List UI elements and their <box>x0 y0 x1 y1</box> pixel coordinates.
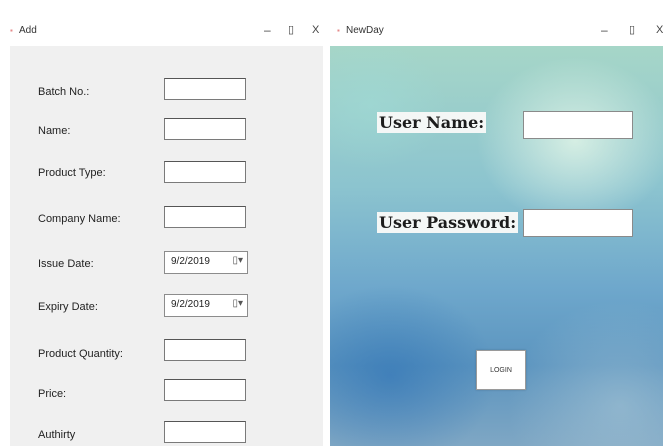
issue-date-label: Issue Date: <box>38 258 94 270</box>
add-window-title: Add <box>19 25 37 36</box>
newday-window-title: NewDay <box>346 25 384 36</box>
name-input[interactable] <box>164 118 246 140</box>
batch-no-input[interactable] <box>164 78 246 100</box>
username-input[interactable] <box>523 111 633 139</box>
login-button[interactable]: LOGIN <box>476 350 526 390</box>
expiry-date-picker[interactable]: 9/2/2019 ▯▾ <box>164 294 248 317</box>
batch-no-label: Batch No.: <box>38 86 90 98</box>
minimize-button[interactable]: – <box>264 23 271 37</box>
authority-label: Authirty <box>38 429 76 441</box>
add-form: Batch No.: Name: Product Type: Company N… <box>10 46 323 446</box>
price-label: Price: <box>38 388 67 400</box>
company-name-label: Company Name: <box>38 213 121 225</box>
product-quantity-label: Product Quantity: <box>38 348 123 360</box>
newday-titlebar[interactable]: ▪ NewDay – ▯ X <box>330 16 663 46</box>
authority-input[interactable] <box>164 421 246 443</box>
price-input[interactable] <box>164 379 246 401</box>
minimize-button[interactable]: – <box>601 23 608 37</box>
form-icon: ▪ <box>337 26 340 35</box>
form-icon: ▪ <box>10 26 13 35</box>
username-label: User Name: <box>377 112 487 133</box>
issue-date-value: 9/2/2019 <box>171 256 210 267</box>
expiry-date-value: 9/2/2019 <box>171 299 210 310</box>
login-panel: User Name: User Password: LOGIN <box>330 46 663 446</box>
calendar-dropdown-icon[interactable]: ▯▾ <box>232 298 243 309</box>
issue-date-picker[interactable]: 9/2/2019 ▯▾ <box>164 251 248 274</box>
name-label: Name: <box>38 125 71 137</box>
password-label: User Password: <box>377 212 519 233</box>
maximize-button[interactable]: ▯ <box>288 23 294 37</box>
product-quantity-input[interactable] <box>164 339 246 361</box>
expiry-date-label: Expiry Date: <box>38 301 98 313</box>
add-titlebar[interactable]: ▪ Add – ▯ X <box>0 16 326 46</box>
product-type-input[interactable] <box>164 161 246 183</box>
product-type-label: Product Type: <box>38 167 106 179</box>
close-button[interactable]: X <box>656 23 663 37</box>
add-window: ▪ Add – ▯ X Batch No.: Name: Product Typ… <box>0 16 326 446</box>
calendar-dropdown-icon[interactable]: ▯▾ <box>232 255 243 266</box>
company-name-input[interactable] <box>164 206 246 228</box>
newday-window: ▪ NewDay – ▯ X User Name: User Password:… <box>330 16 663 446</box>
password-input[interactable] <box>523 209 633 237</box>
close-button[interactable]: X <box>312 23 319 37</box>
maximize-button[interactable]: ▯ <box>629 23 635 37</box>
